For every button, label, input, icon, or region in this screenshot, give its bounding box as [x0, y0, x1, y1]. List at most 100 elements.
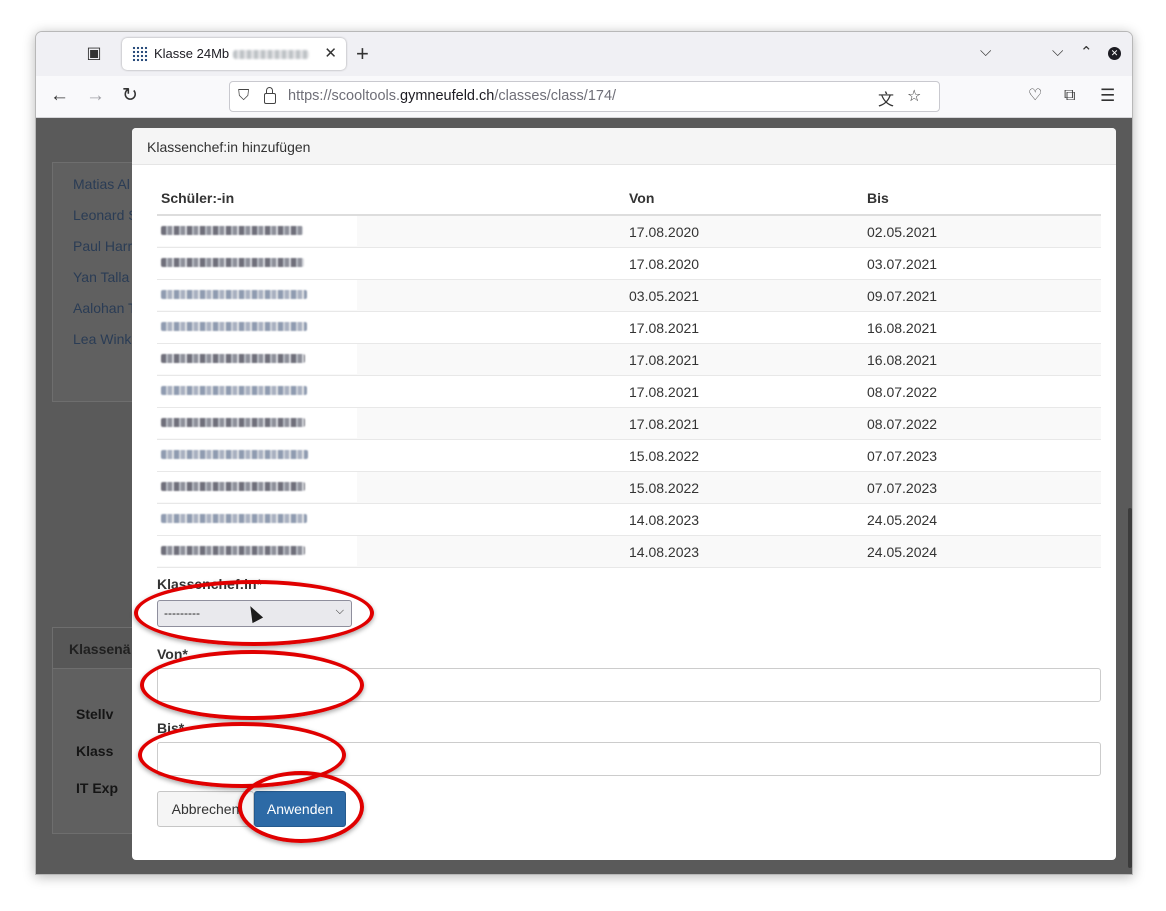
back-arrow-icon[interactable]: ← [50, 85, 69, 107]
modal-title: Klassenchef:in hinzufügen [147, 139, 311, 155]
to-date-cell: 07.07.2023 [867, 480, 938, 496]
redacted-student-name [161, 546, 305, 555]
background-student-link: Aalohan T [73, 300, 137, 316]
redacted-student-name [161, 514, 307, 523]
from-date-cell: 17.08.2021 [629, 384, 700, 400]
redacted-student-name [161, 226, 303, 235]
url-bar[interactable]: ⛉ https://scooltools.gymneufeld.ch/class… [229, 81, 940, 112]
student-name-cell [157, 248, 357, 278]
annotation-ring-apply [238, 771, 364, 843]
url-text[interactable]: https://scooltools.gymneufeld.ch/classes… [288, 88, 616, 104]
modal-header: Klassenchef:in hinzufügen [132, 128, 1116, 165]
table-row: 15.08.2022 07.07.2023 [157, 472, 1101, 504]
redacted-student-name [161, 290, 307, 299]
student-name-cell [157, 280, 357, 310]
student-name-cell [157, 472, 357, 502]
close-tab-icon[interactable]: ✕ [324, 44, 337, 62]
student-name-cell [157, 408, 357, 438]
window-close-icon[interactable]: ✕ [1108, 47, 1121, 60]
background-student-link: Matias Al [73, 176, 130, 192]
redacted-student-name [161, 418, 305, 427]
table-header-row: Schüler:-in Von Bis [157, 184, 1101, 216]
forward-arrow-icon[interactable]: → [86, 85, 105, 107]
redacted-student-name [161, 258, 304, 267]
table-row: 17.08.2021 16.08.2021 [157, 312, 1101, 344]
redacted-student-name [161, 386, 307, 395]
table-row: 15.08.2022 07.07.2023 [157, 440, 1101, 472]
redacted-student-name [161, 450, 308, 459]
shield-icon[interactable]: ⛉ [238, 87, 249, 104]
navigation-bar: ← → ↻ ⛉ https://scooltools.gymneufeld.ch… [36, 76, 1132, 118]
redacted-student-name [161, 322, 307, 331]
lock-icon[interactable] [264, 87, 276, 104]
student-name-cell [157, 216, 357, 246]
from-date-cell: 17.08.2021 [629, 320, 700, 336]
from-date-cell: 15.08.2022 [629, 480, 700, 496]
new-tab-icon[interactable]: + [356, 42, 369, 66]
student-name-cell [157, 440, 357, 470]
to-date-cell: 02.05.2021 [867, 224, 938, 240]
to-date-cell: 08.07.2022 [867, 384, 938, 400]
column-header-from: Von [629, 190, 655, 206]
maximize-chevron-icon[interactable]: ⌃ [1080, 43, 1093, 61]
student-name-cell [157, 376, 357, 406]
from-date-cell: 17.08.2020 [629, 224, 700, 240]
student-name-cell [157, 504, 357, 534]
table-row: 17.08.2021 16.08.2021 [157, 344, 1101, 376]
column-header-student: Schüler:-in [161, 190, 235, 206]
tab-list-chevron-icon[interactable]: ⌵ [980, 43, 991, 60]
to-date-cell: 16.08.2021 [867, 320, 938, 336]
table-row: 17.08.2021 08.07.2022 [157, 408, 1101, 440]
table-row: 17.08.2020 03.07.2021 [157, 248, 1101, 280]
bookmark-star-icon[interactable]: ☆ [907, 86, 921, 106]
to-date-cell: 16.08.2021 [867, 352, 938, 368]
table-row: 14.08.2023 24.05.2024 [157, 536, 1101, 568]
column-header-to: Bis [867, 190, 889, 206]
background-student-link: Paul Harr [73, 238, 133, 254]
student-name-cell [157, 344, 357, 374]
pocket-icon[interactable]: ♡ [1028, 85, 1042, 107]
to-date-cell: 07.07.2023 [867, 448, 938, 464]
class-head-table: Schüler:-in Von Bis 17.08.2020 02.05.2021… [157, 184, 1101, 568]
background-student-link: Lea Wink [73, 331, 132, 347]
from-date-cell: 14.08.2023 [629, 512, 700, 528]
student-name-cell [157, 536, 357, 566]
table-row: 17.08.2021 08.07.2022 [157, 376, 1101, 408]
to-date-cell: 03.07.2021 [867, 256, 938, 272]
from-date-cell: 17.08.2021 [629, 352, 700, 368]
background-link-klass: Klass [76, 743, 114, 759]
to-date-cell: 24.05.2024 [867, 512, 938, 528]
page-scrollbar[interactable] [1128, 508, 1132, 868]
from-date-cell: 17.08.2021 [629, 416, 700, 432]
redacted-tab-text [233, 50, 309, 59]
tab-bar: ▣ Klasse 24Mb ✕ + ⌵ ⌵ ⌃ ✕ [36, 32, 1132, 76]
annotation-ring-select [134, 580, 374, 646]
minimize-chevron-icon[interactable]: ⌵ [1052, 43, 1063, 60]
table-row: 14.08.2023 24.05.2024 [157, 504, 1101, 536]
table-row: 17.08.2020 02.05.2021 [157, 216, 1101, 248]
table-body: 17.08.2020 02.05.2021 17.08.2020 03.07.2021… [157, 216, 1101, 568]
grid-favicon-icon [132, 46, 148, 62]
background-student-link: Leonard S [73, 207, 138, 223]
background-link-it: IT Exp [76, 780, 119, 796]
tab-title: Klasse 24Mb [154, 46, 230, 61]
from-date-cell: 14.08.2023 [629, 544, 700, 560]
hamburger-menu-icon[interactable]: ☰ [1100, 85, 1115, 107]
to-date-cell: 09.07.2021 [867, 288, 938, 304]
table-row: 03.05.2021 09.07.2021 [157, 280, 1101, 312]
background-link-stellv: Stellv [76, 706, 114, 722]
translate-icon[interactable]: 文 [878, 86, 894, 110]
from-date-cell: 15.08.2022 [629, 448, 700, 464]
tab-overview-icon[interactable]: ▣ [84, 44, 104, 64]
redacted-student-name [161, 354, 305, 363]
reload-icon[interactable]: ↻ [122, 85, 138, 107]
annotation-ring-von [140, 650, 364, 720]
background-student-link: Yan Talla [73, 269, 130, 285]
from-date-cell: 17.08.2020 [629, 256, 700, 272]
from-date-cell: 03.05.2021 [629, 288, 700, 304]
redacted-student-name [161, 482, 305, 491]
browser-tab[interactable]: Klasse 24Mb ✕ [122, 38, 346, 70]
extensions-icon[interactable]: ⧉ [1064, 85, 1075, 107]
to-date-cell: 08.07.2022 [867, 416, 938, 432]
student-name-cell [157, 312, 357, 342]
